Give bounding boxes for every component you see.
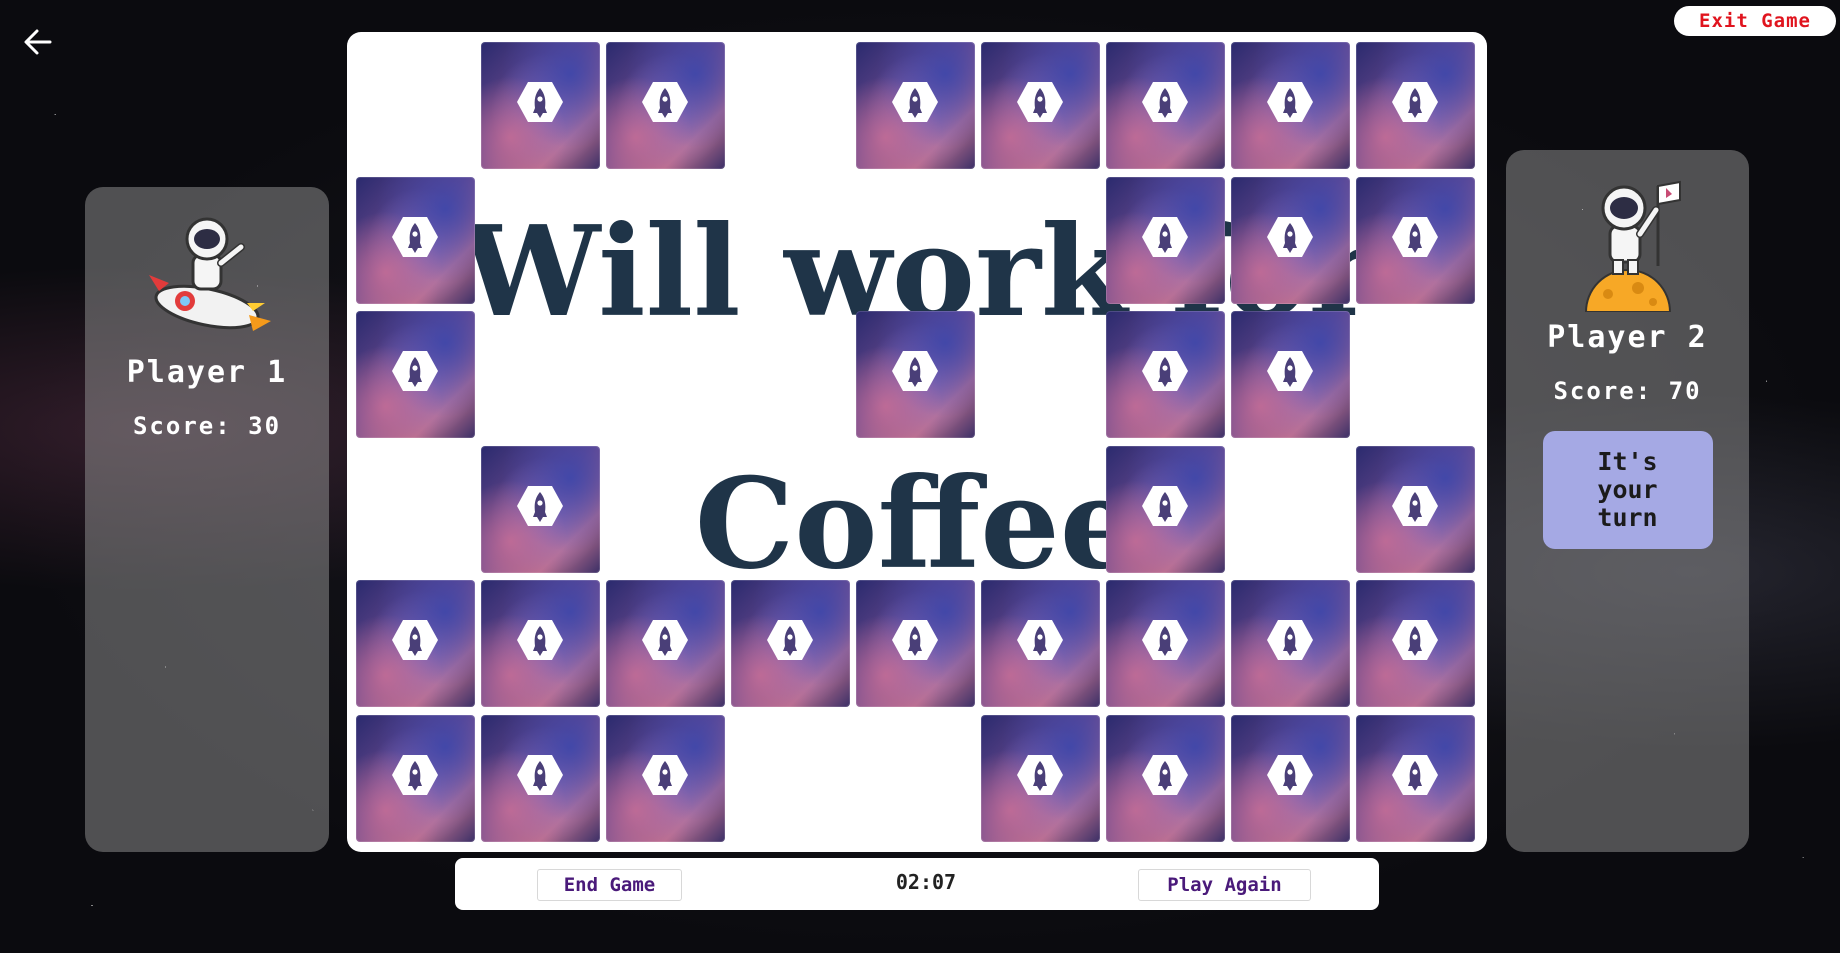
player-2-name: Player 2: [1547, 320, 1708, 355]
memory-card[interactable]: [481, 42, 600, 169]
back-arrow-icon[interactable]: [20, 24, 56, 60]
memory-card[interactable]: [1231, 715, 1350, 842]
rocket-hexagon-icon: [516, 80, 564, 124]
memory-card[interactable]: [356, 715, 475, 842]
rocket-hexagon-icon: [891, 80, 939, 124]
memory-card[interactable]: [481, 446, 600, 573]
rocket-hexagon-icon: [1266, 349, 1314, 393]
rocket-hexagon-icon: [516, 484, 564, 528]
memory-card[interactable]: [981, 580, 1100, 707]
memory-card[interactable]: [1106, 177, 1225, 304]
memory-card[interactable]: [356, 580, 475, 707]
memory-card[interactable]: [731, 580, 850, 707]
game-timer: 02:07: [895, 870, 957, 894]
player-1-score: Score: 30: [132, 412, 282, 440]
rocket-hexagon-icon: [1391, 80, 1439, 124]
rocket-hexagon-icon: [641, 80, 689, 124]
memory-card[interactable]: [856, 42, 975, 169]
player-2-score: Score: 70: [1553, 377, 1702, 405]
memory-card[interactable]: [1356, 42, 1475, 169]
astronaut-moon-flag-icon: [1584, 180, 1681, 312]
rocket-hexagon-icon: [1266, 753, 1314, 797]
rocket-hexagon-icon: [1141, 349, 1189, 393]
memory-card[interactable]: [1106, 446, 1225, 573]
rocket-hexagon-icon: [516, 753, 564, 797]
memory-card[interactable]: [1356, 446, 1475, 573]
rocket-hexagon-icon: [891, 349, 939, 393]
rocket-hexagon-icon: [1141, 215, 1189, 259]
rocket-hexagon-icon: [1391, 753, 1439, 797]
rocket-hexagon-icon: [1266, 215, 1314, 259]
rocket-hexagon-icon: [391, 753, 439, 797]
memory-card[interactable]: [606, 580, 725, 707]
rocket-hexagon-icon: [766, 618, 814, 662]
rocket-hexagon-icon: [1266, 80, 1314, 124]
turn-indicator: It's your turn: [1542, 431, 1713, 549]
end-game-button[interactable]: End Game: [537, 869, 682, 901]
player-2-panel: Player 2 Score: 70 It's your turn: [1506, 150, 1749, 852]
rocket-hexagon-icon: [1016, 753, 1064, 797]
play-again-button[interactable]: Play Again: [1138, 869, 1311, 901]
rocket-hexagon-icon: [1016, 618, 1064, 662]
rocket-hexagon-icon: [1266, 618, 1314, 662]
rocket-hexagon-icon: [1391, 484, 1439, 528]
memory-card[interactable]: [481, 715, 600, 842]
game-footer: End Game 02:07 Play Again: [455, 858, 1379, 910]
rocket-hexagon-icon: [1141, 484, 1189, 528]
memory-card[interactable]: [356, 177, 475, 304]
memory-card[interactable]: [606, 715, 725, 842]
rocket-hexagon-icon: [391, 618, 439, 662]
memory-card[interactable]: [606, 42, 725, 169]
memory-card[interactable]: [1231, 177, 1350, 304]
player-1-name: Player 1: [126, 355, 288, 390]
rocket-hexagon-icon: [1141, 753, 1189, 797]
memory-card[interactable]: [856, 311, 975, 438]
memory-card[interactable]: [1231, 311, 1350, 438]
rocket-hexagon-icon: [391, 349, 439, 393]
rocket-hexagon-icon: [1141, 80, 1189, 124]
rocket-hexagon-icon: [641, 753, 689, 797]
rocket-hexagon-icon: [1141, 618, 1189, 662]
rocket-hexagon-icon: [391, 215, 439, 259]
memory-card[interactable]: [356, 311, 475, 438]
player-1-panel: Player 1 Score: 30: [85, 187, 329, 852]
memory-card[interactable]: [981, 715, 1100, 842]
memory-card[interactable]: [1106, 42, 1225, 169]
astronaut-rocket-icon: [149, 217, 271, 331]
memory-card[interactable]: [1106, 580, 1225, 707]
memory-card[interactable]: [1356, 715, 1475, 842]
rocket-hexagon-icon: [891, 618, 939, 662]
memory-board: Will work for Coffee: [347, 32, 1487, 852]
rocket-hexagon-icon: [641, 618, 689, 662]
memory-card[interactable]: [1231, 42, 1350, 169]
memory-card[interactable]: [481, 580, 600, 707]
rocket-hexagon-icon: [1391, 618, 1439, 662]
rocket-hexagon-icon: [516, 618, 564, 662]
exit-game-button[interactable]: Exit Game: [1674, 6, 1836, 36]
rocket-hexagon-icon: [1016, 80, 1064, 124]
memory-card[interactable]: [1356, 580, 1475, 707]
memory-card[interactable]: [856, 580, 975, 707]
rocket-hexagon-icon: [1391, 215, 1439, 259]
memory-card[interactable]: [1106, 311, 1225, 438]
memory-card[interactable]: [1231, 580, 1350, 707]
memory-card[interactable]: [981, 42, 1100, 169]
memory-card[interactable]: [1356, 177, 1475, 304]
memory-card[interactable]: [1106, 715, 1225, 842]
